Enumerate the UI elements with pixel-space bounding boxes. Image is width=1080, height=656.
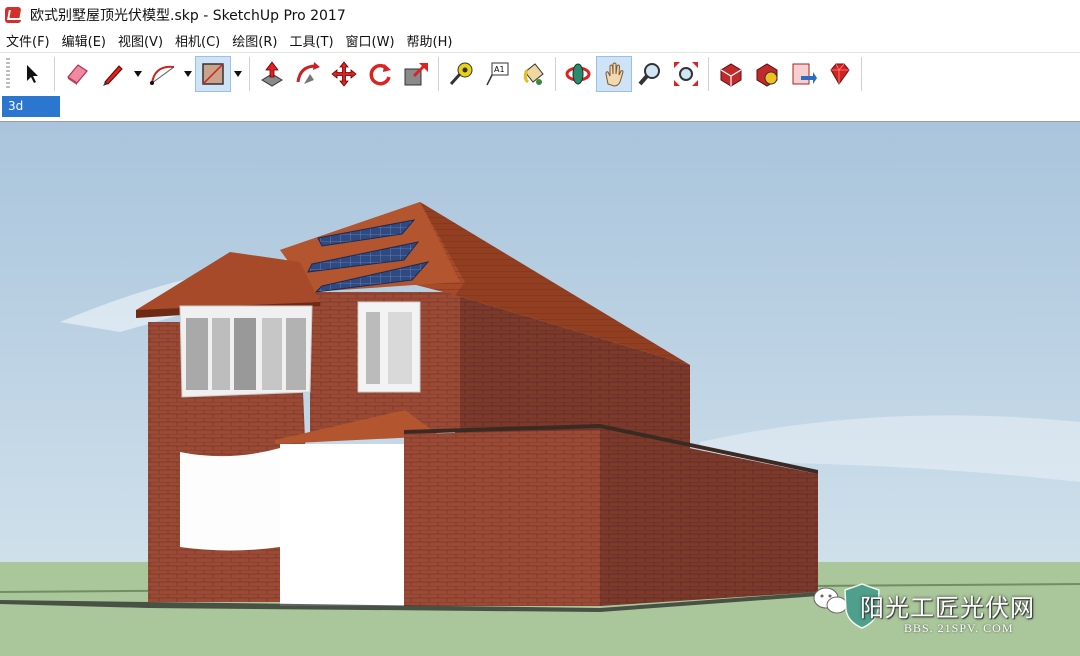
follow-me-icon bbox=[296, 61, 320, 84]
tape-measure-tool-button[interactable] bbox=[443, 56, 479, 92]
window-pane bbox=[388, 312, 412, 384]
toolbar-grip[interactable] bbox=[6, 57, 10, 90]
zoom-tool-button[interactable] bbox=[632, 56, 668, 92]
garage-wall bbox=[404, 430, 600, 606]
text-label-icon: A1 bbox=[486, 62, 509, 85]
menu-camera[interactable]: 相机(C) bbox=[175, 31, 220, 50]
rectangle-shape-icon bbox=[202, 62, 224, 85]
window-pane bbox=[286, 318, 306, 390]
window-pane bbox=[262, 318, 282, 390]
ruby-console-icon bbox=[830, 63, 850, 85]
garage-front-wall bbox=[280, 444, 404, 606]
shape-tool-dropdown[interactable] bbox=[231, 56, 245, 92]
select-tool-button[interactable] bbox=[14, 56, 50, 92]
eraser-icon bbox=[67, 63, 88, 85]
move-icon bbox=[331, 60, 357, 87]
ruby-console-button[interactable] bbox=[821, 56, 857, 92]
menu-view[interactable]: 视图(V) bbox=[118, 31, 163, 50]
shape-tool-button[interactable] bbox=[195, 55, 231, 92]
window-pane bbox=[234, 318, 256, 390]
menu-edit[interactable]: 编辑(E) bbox=[62, 31, 106, 50]
arc-tool-dropdown[interactable] bbox=[181, 56, 195, 92]
chevron-down-icon bbox=[234, 70, 242, 77]
toolbar-separator bbox=[555, 56, 556, 91]
send-to-layout-button[interactable] bbox=[785, 56, 821, 92]
watermark-url: BBS. 21SPV. COM bbox=[904, 621, 1014, 635]
watermark: 阳光工匠光伏网 BBS. 21SPV. COM bbox=[812, 578, 1080, 656]
menu-draw[interactable]: 绘图(R) bbox=[232, 31, 277, 50]
eraser-tool-button[interactable] bbox=[59, 56, 95, 92]
scale-icon bbox=[404, 62, 428, 85]
menu-file[interactable]: 文件(F) bbox=[6, 31, 50, 50]
sketchup-logo-icon bbox=[5, 7, 21, 23]
3d-warehouse-icon bbox=[720, 62, 742, 87]
measurements-bar: 3d bbox=[0, 95, 1080, 119]
push-pull-tool-button[interactable] bbox=[254, 56, 290, 92]
pan-hand-icon bbox=[605, 62, 624, 87]
zoom-icon bbox=[638, 62, 660, 85]
scale-tool-button[interactable] bbox=[398, 56, 434, 92]
model-scene[interactable] bbox=[0, 122, 1080, 656]
orbit-icon bbox=[565, 63, 591, 84]
send-to-layout-icon bbox=[792, 63, 817, 84]
toolbar-separator bbox=[708, 56, 709, 91]
zoom-extents-icon bbox=[674, 61, 698, 86]
select-arrow-icon bbox=[27, 64, 38, 83]
pan-tool-button[interactable] bbox=[596, 55, 632, 92]
pencil-line-icon bbox=[103, 64, 123, 86]
paint-bucket-tool-button[interactable] bbox=[515, 56, 551, 92]
move-tool-button[interactable] bbox=[326, 56, 362, 92]
arc-tool-button[interactable] bbox=[145, 56, 181, 92]
3d-viewport[interactable] bbox=[0, 121, 1080, 656]
tower-white-band bbox=[180, 448, 280, 551]
chevron-down-icon bbox=[184, 70, 192, 77]
toolbar-separator bbox=[54, 56, 55, 91]
extension-warehouse-icon bbox=[756, 62, 778, 87]
text-tool-button[interactable]: A1 bbox=[479, 56, 515, 92]
line-tool-button[interactable] bbox=[95, 56, 131, 92]
svg-text:A1: A1 bbox=[494, 65, 505, 74]
window-pane bbox=[212, 318, 230, 390]
window-pane bbox=[186, 318, 208, 390]
zoom-extents-tool-button[interactable] bbox=[668, 56, 704, 92]
menu-bar: 文件(F) 编辑(E) 视图(V) 相机(C) 绘图(R) 工具(T) 窗口(W… bbox=[0, 30, 1080, 50]
follow-me-tool-button[interactable] bbox=[290, 56, 326, 92]
orbit-tool-button[interactable] bbox=[560, 56, 596, 92]
sketchup-window: 欧式别墅屋顶光伏模型.skp - SketchUp Pro 2017 文件(F)… bbox=[0, 0, 1080, 656]
toolbar-separator bbox=[249, 56, 250, 91]
window-pane bbox=[366, 312, 380, 384]
toolbar-separator bbox=[438, 56, 439, 91]
menu-window[interactable]: 窗口(W) bbox=[346, 31, 395, 50]
paint-bucket-icon bbox=[523, 62, 544, 85]
measurements-input[interactable]: 3d bbox=[2, 96, 60, 117]
menu-tools[interactable]: 工具(T) bbox=[289, 31, 333, 50]
rotate-icon bbox=[369, 63, 391, 85]
tape-measure-icon bbox=[449, 62, 473, 85]
rotate-tool-button[interactable] bbox=[362, 56, 398, 92]
title-bar: 欧式别墅屋顶光伏模型.skp - SketchUp Pro 2017 bbox=[0, 0, 1080, 30]
push-pull-icon bbox=[261, 60, 283, 87]
arc-icon bbox=[150, 65, 175, 85]
extension-warehouse-button[interactable] bbox=[749, 56, 785, 92]
line-tool-dropdown[interactable] bbox=[131, 56, 145, 92]
chevron-down-icon bbox=[134, 70, 142, 77]
watermark-text: 阳光工匠光伏网 bbox=[860, 594, 1035, 622]
menu-help[interactable]: 帮助(H) bbox=[407, 31, 453, 50]
window-title: 欧式别墅屋顶光伏模型.skp - SketchUp Pro 2017 bbox=[30, 8, 346, 24]
toolbar-separator bbox=[861, 56, 862, 91]
3d-warehouse-button[interactable] bbox=[713, 56, 749, 92]
main-toolbar: A1 bbox=[0, 52, 1080, 94]
